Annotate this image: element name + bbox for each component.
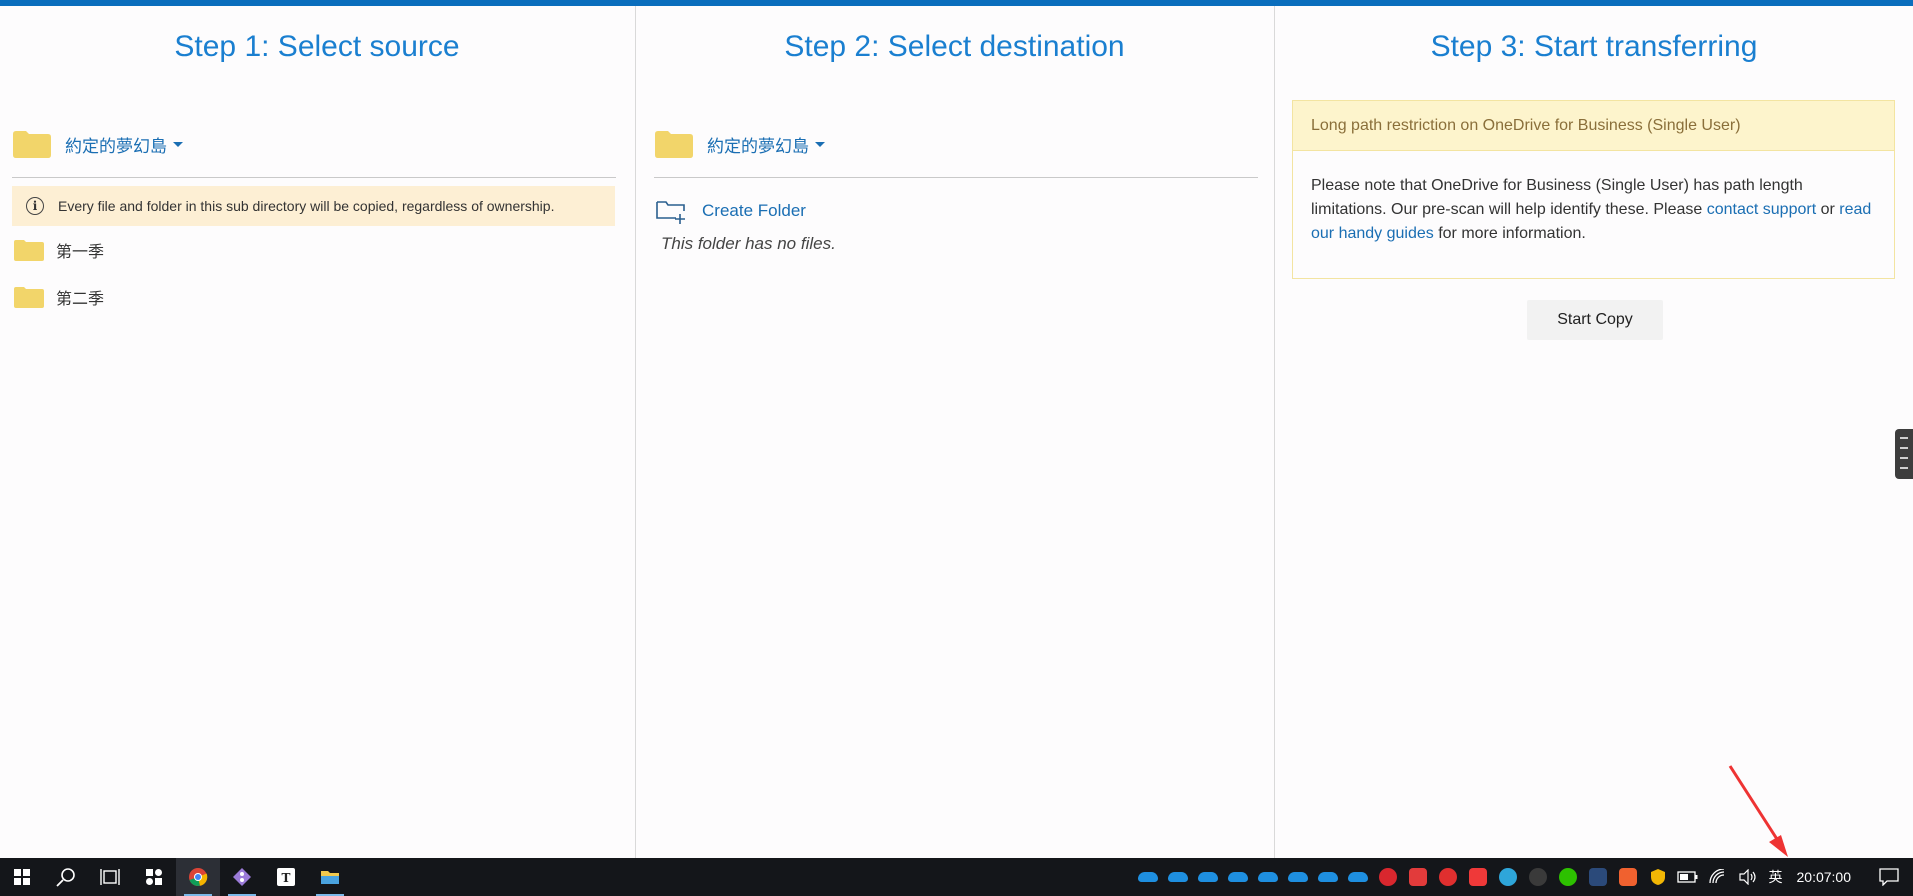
app-icon[interactable]	[132, 858, 176, 896]
battery-icon[interactable]	[1673, 858, 1703, 896]
netease-icon[interactable]	[1433, 858, 1463, 896]
typora-icon[interactable]: T	[264, 858, 308, 896]
wifi-icon[interactable]	[1703, 858, 1733, 896]
task-view-icon[interactable]	[88, 858, 132, 896]
onedrive-icon[interactable]	[1193, 858, 1223, 896]
volume-icon[interactable]	[1733, 858, 1763, 896]
clock[interactable]: 20:07:00	[1789, 869, 1866, 885]
onedrive-icon[interactable]	[1313, 858, 1343, 896]
onedrive-icon[interactable]	[1223, 858, 1253, 896]
start-icon[interactable]	[0, 858, 44, 896]
music-icon[interactable]	[1523, 858, 1553, 896]
wechat-icon[interactable]	[1553, 858, 1583, 896]
app-dark-icon[interactable]	[1583, 858, 1613, 896]
vivaldi-icon[interactable]	[1463, 858, 1493, 896]
app-red-icon[interactable]	[1403, 858, 1433, 896]
onedrive-icon[interactable]	[1133, 858, 1163, 896]
system-tray: 英 20:07:00	[1133, 858, 1913, 896]
red-arrow-annotation	[1728, 765, 1788, 857]
file-explorer-icon[interactable]	[308, 858, 352, 896]
ime-indicator[interactable]: 英	[1763, 867, 1789, 887]
chrome-icon[interactable]	[176, 858, 220, 896]
git-icon[interactable]	[220, 858, 264, 896]
windows-taskbar: T 英 20:07:00	[0, 858, 1913, 896]
onedrive-icon[interactable]	[1253, 858, 1283, 896]
onedrive-icon[interactable]	[1283, 858, 1313, 896]
shield-icon[interactable]	[1643, 858, 1673, 896]
search-icon[interactable]	[44, 858, 88, 896]
onedrive-icon[interactable]	[1343, 858, 1373, 896]
onedrive-icon[interactable]	[1163, 858, 1193, 896]
telegram-icon[interactable]	[1493, 858, 1523, 896]
notification-icon[interactable]	[1865, 858, 1913, 896]
svg-text:T: T	[282, 871, 291, 885]
huawei-icon[interactable]	[1373, 858, 1403, 896]
app-orange-icon[interactable]	[1613, 858, 1643, 896]
transfer-wizard: Step 1: Select source 約定的夢幻島 i Every fil…	[0, 6, 1913, 858]
